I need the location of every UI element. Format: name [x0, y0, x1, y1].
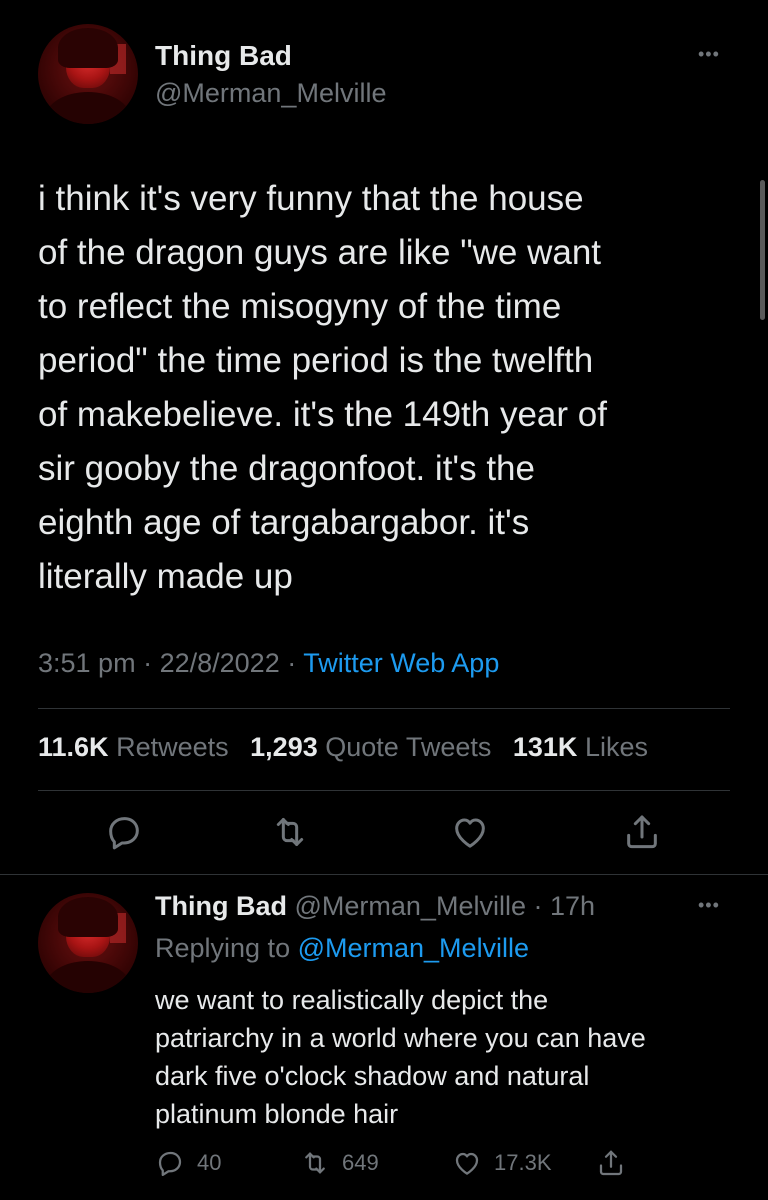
meta-separator: ·: [143, 648, 153, 678]
quote-tweets-count: 1,293: [250, 732, 318, 762]
retweet-icon[interactable]: [270, 812, 310, 852]
reply-button[interactable]: 40: [155, 1145, 221, 1181]
avatar[interactable]: [38, 24, 138, 124]
avatar[interactable]: [38, 893, 138, 993]
tweet-stats: 11.6K Retweets 1,293 Quote Tweets 131K L…: [38, 732, 648, 763]
display-name[interactable]: Thing Bad: [155, 40, 292, 72]
user-handle[interactable]: @Merman_Melville: [295, 891, 526, 921]
retweet-icon: [305, 1152, 325, 1174]
display-name[interactable]: Thing Bad: [155, 891, 287, 921]
likes-count: 131K: [512, 732, 578, 762]
reply-tweet[interactable]: Thing Bad @Merman_Melville · 17h ••• Rep…: [0, 875, 768, 1200]
meta-separator: ·: [287, 648, 297, 678]
divider: [38, 790, 730, 791]
heart-icon[interactable]: [450, 812, 490, 852]
reply-icon: [158, 1151, 182, 1176]
more-options-icon[interactable]: •••: [698, 44, 720, 65]
retweets-stat[interactable]: 11.6K Retweets: [38, 732, 229, 762]
tweet-date[interactable]: 22/8/2022: [160, 648, 280, 678]
retweets-count: 11.6K: [38, 732, 109, 762]
heart-icon: [455, 1152, 479, 1175]
share-icon: [599, 1150, 623, 1176]
share-icon[interactable]: [622, 812, 662, 852]
like-count: 17.3K: [494, 1150, 552, 1175]
meta-separator: ·: [533, 891, 543, 921]
user-handle[interactable]: @Merman_Melville: [155, 78, 386, 109]
replying-prefix: Replying to: [155, 933, 291, 963]
divider: [38, 708, 730, 709]
likes-label: Likes: [584, 732, 648, 762]
tweet-time[interactable]: 3:51 pm: [38, 648, 136, 678]
likes-stat[interactable]: 131K Likes: [513, 732, 648, 762]
reply-header: Thing Bad @Merman_Melville · 17h: [155, 891, 595, 922]
replying-to-mention[interactable]: @Merman_Melville: [298, 933, 529, 963]
replying-to: Replying to @Merman_Melville: [155, 933, 529, 964]
retweet-count: 649: [342, 1150, 379, 1175]
tweet-meta: 3:51 pm · 22/8/2022 · Twitter Web App: [38, 648, 499, 679]
like-button[interactable]: 17.3K: [452, 1145, 552, 1181]
quote-tweets-label: Quote Tweets: [325, 732, 492, 762]
reply-action-bar: 40 649 17.3K: [0, 1145, 768, 1185]
retweet-button[interactable]: 649: [300, 1145, 379, 1181]
reply-icon[interactable]: [104, 812, 144, 852]
tweet-text: i think it's very funny that the house o…: [38, 179, 607, 596]
quote-tweets-stat[interactable]: 1,293 Quote Tweets: [250, 732, 491, 762]
retweets-label: Retweets: [116, 732, 229, 762]
reply-text: we want to realistically depict the patr…: [155, 985, 646, 1129]
more-options-icon[interactable]: •••: [698, 895, 720, 916]
share-button[interactable]: [596, 1145, 638, 1181]
reply-count: 40: [197, 1150, 222, 1175]
reply-time[interactable]: 17h: [550, 891, 595, 921]
tweet-source-link[interactable]: Twitter Web App: [303, 648, 499, 678]
main-tweet: Thing Bad @Merman_Melville ••• i think i…: [0, 0, 768, 874]
tweet-action-bar: [0, 812, 768, 856]
